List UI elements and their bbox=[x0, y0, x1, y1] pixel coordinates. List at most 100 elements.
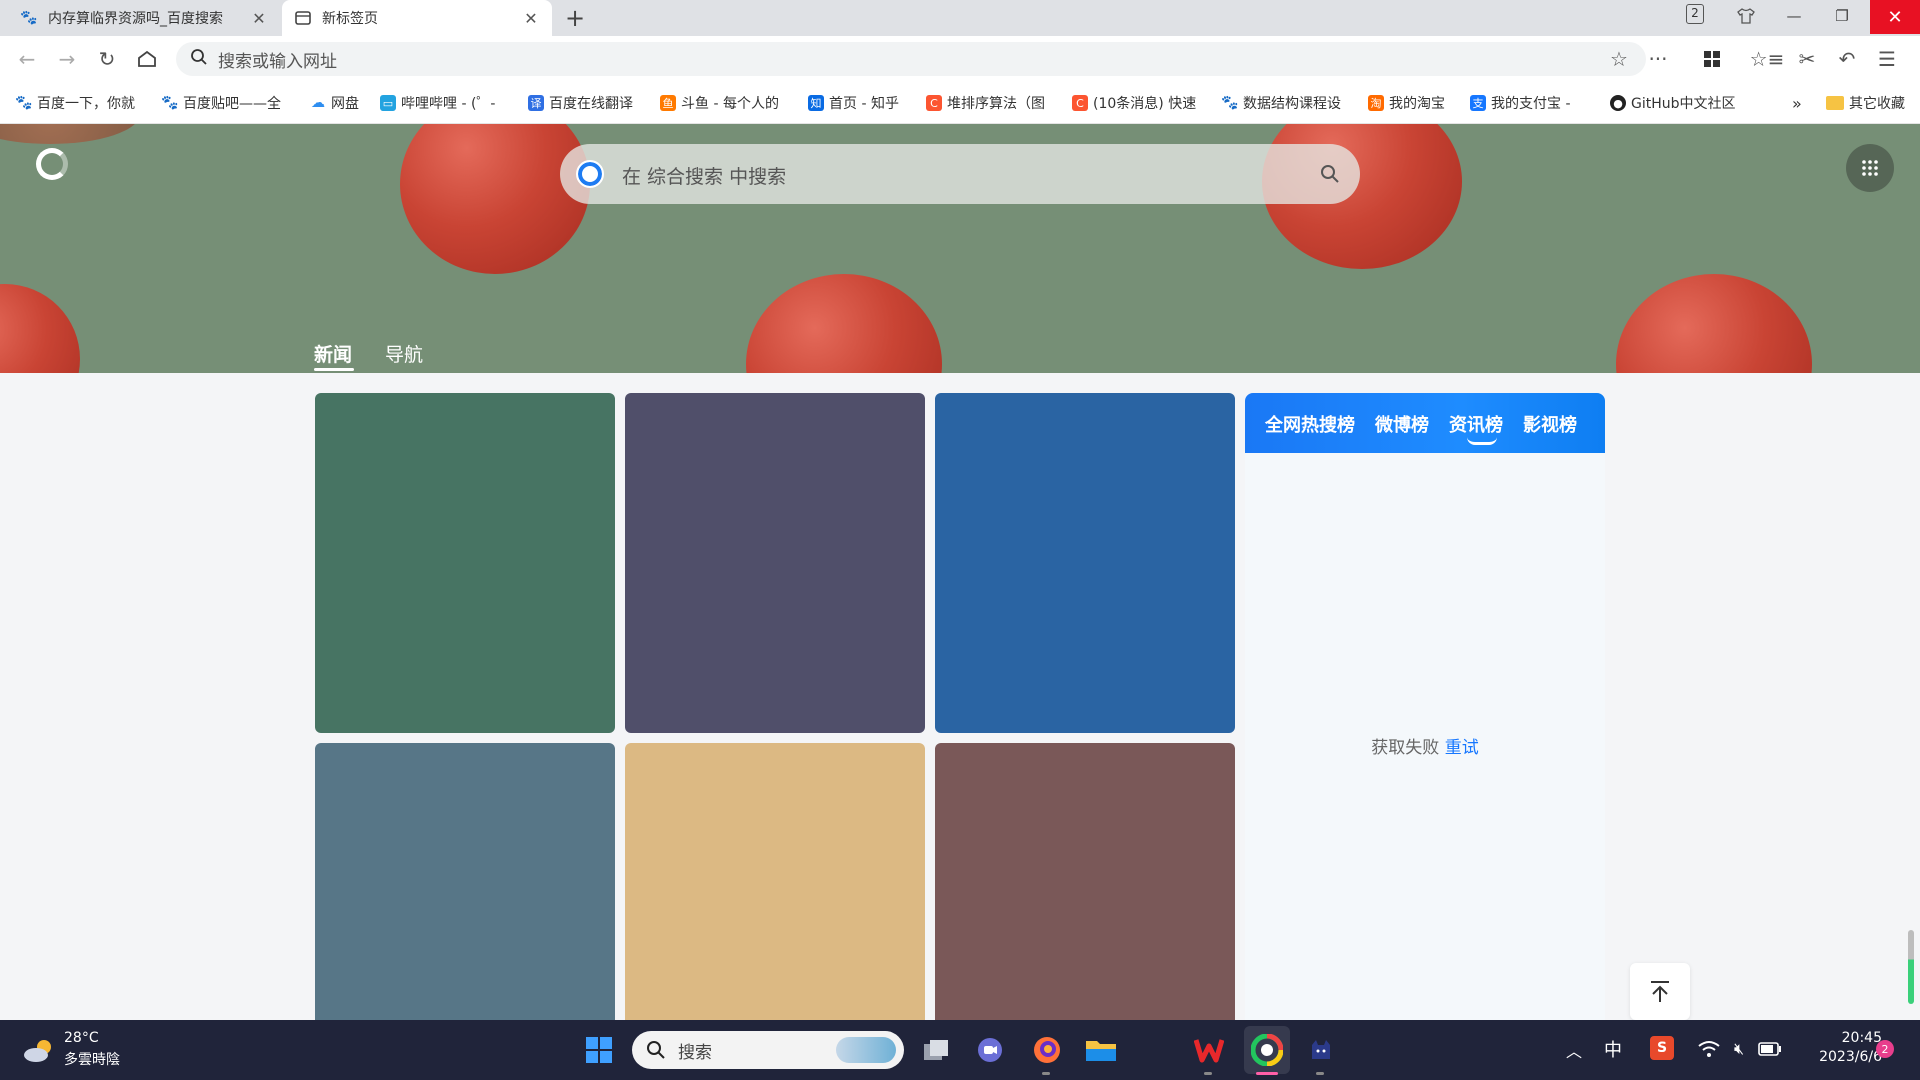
menu-icon[interactable]: ☰ bbox=[1870, 42, 1904, 76]
cat-app-icon[interactable] bbox=[1304, 1033, 1338, 1067]
restore-icon[interactable]: ❐ bbox=[1818, 0, 1866, 32]
bookmark-item[interactable]: ▭ 哔哩哔哩 - (゜- bbox=[380, 92, 514, 114]
csdn-icon: C bbox=[926, 95, 942, 111]
search-icon[interactable] bbox=[1320, 164, 1340, 188]
toolbar: ← → ↻ 搜索或输入网址 ☆ ··· ☆≡ ✂ ↶ ☰ bbox=[0, 36, 1920, 82]
bookmark-label: 首页 - 知乎 bbox=[829, 96, 899, 112]
browser-logo-icon[interactable] bbox=[36, 148, 68, 180]
tab-strip: 🐾 内存算临界资源吗_百度搜索 ✕ 新标签页 ✕ + 2 — ❐ ✕ bbox=[0, 0, 1920, 36]
news-card[interactable] bbox=[935, 743, 1235, 1020]
scrollbar-indicator[interactable] bbox=[1908, 930, 1914, 1004]
retry-link[interactable]: 重试 bbox=[1445, 738, 1479, 758]
tab-news-list[interactable]: 资讯榜 bbox=[1449, 411, 1503, 437]
star-bookmark-icon[interactable]: ☆ bbox=[1602, 42, 1636, 76]
close-window-icon[interactable]: ✕ bbox=[1870, 0, 1920, 34]
ime-indicator[interactable]: 中 bbox=[1604, 1036, 1622, 1062]
file-explorer-folder-icon[interactable] bbox=[1084, 1034, 1118, 1066]
weather-desc: 多雲時陰 bbox=[64, 1052, 120, 1068]
baidu-paw-icon: 🐾 bbox=[1222, 95, 1239, 111]
bookmark-item[interactable]: 译 百度在线翻译 bbox=[528, 92, 653, 114]
scissors-icon[interactable]: ✂ bbox=[1790, 42, 1824, 76]
reload-icon[interactable]: ↻ bbox=[90, 42, 124, 76]
bookmark-item[interactable]: 鱼 斗鱼 - 每个人的 bbox=[660, 92, 794, 114]
taobao-icon: 淘 bbox=[1368, 95, 1384, 111]
bookmark-item[interactable]: 支 我的支付宝 - bbox=[1470, 92, 1588, 114]
taskbar-search-placeholder: 搜索 bbox=[678, 1042, 712, 1063]
tab-weibo[interactable]: 微博榜 bbox=[1375, 411, 1429, 437]
bookmark-item[interactable]: 🐾 百度贴吧——全 bbox=[162, 92, 292, 114]
other-bookmarks-folder[interactable]: 其它收藏 bbox=[1826, 92, 1920, 114]
tab-all-hot[interactable]: 全网热搜榜 bbox=[1265, 411, 1355, 437]
running-indicator bbox=[1316, 1072, 1324, 1075]
more-dots-icon[interactable]: ··· bbox=[1641, 42, 1675, 76]
tab-label: 新标签页 bbox=[322, 11, 378, 27]
teams-chat-icon[interactable] bbox=[974, 1034, 1006, 1066]
back-to-top-button[interactable] bbox=[1630, 963, 1690, 1020]
wifi-icon[interactable] bbox=[1696, 1036, 1722, 1062]
tab-baidu-search[interactable]: 🐾 内存算临界资源吗_百度搜索 ✕ bbox=[8, 0, 280, 36]
firefox-icon[interactable] bbox=[1030, 1033, 1064, 1067]
battery-icon[interactable] bbox=[1756, 1036, 1784, 1062]
sogou-ime-icon[interactable]: S bbox=[1650, 1036, 1674, 1060]
bookmark-label: 其它收藏 bbox=[1849, 96, 1905, 112]
search-engine-icon[interactable] bbox=[576, 160, 604, 188]
bookmark-item[interactable]: C 堆排序算法（图 bbox=[926, 92, 1056, 114]
close-tab-icon[interactable]: ✕ bbox=[250, 9, 268, 28]
weather-temp: 28°C bbox=[64, 1030, 99, 1046]
back-arrow-icon[interactable]: ← bbox=[10, 42, 44, 76]
task-view-icon[interactable] bbox=[920, 1034, 952, 1066]
hero-search-box[interactable]: 在 综合搜索 中搜索 bbox=[560, 144, 1360, 204]
home-icon[interactable] bbox=[130, 42, 164, 76]
tomato-decoration bbox=[1616, 274, 1812, 373]
tab-news[interactable]: 新闻 bbox=[314, 340, 352, 367]
search-highlight-image bbox=[836, 1037, 896, 1063]
bookmarks-overflow-chevron-icon[interactable]: » bbox=[1792, 92, 1808, 114]
tomato-decoration bbox=[746, 274, 942, 373]
wps-office-icon[interactable] bbox=[1192, 1033, 1226, 1067]
error-text: 获取失败 bbox=[1371, 738, 1440, 758]
arrow-up-icon bbox=[1651, 980, 1669, 1002]
undo-icon[interactable]: ↶ bbox=[1830, 42, 1864, 76]
translate-icon: 译 bbox=[528, 95, 544, 111]
search-icon bbox=[190, 48, 208, 71]
news-card[interactable] bbox=[625, 743, 925, 1020]
load-error-message: 获取失败 重试 bbox=[1245, 733, 1605, 758]
news-card[interactable] bbox=[625, 393, 925, 733]
notification-badge[interactable]: 2 bbox=[1876, 1040, 1894, 1058]
bookmark-item[interactable]: 知 首页 - 知乎 bbox=[808, 92, 918, 114]
news-card[interactable] bbox=[315, 393, 615, 733]
apps-grid-icon[interactable] bbox=[1695, 42, 1729, 76]
bookmark-item[interactable]: C (10条消息) 快速 bbox=[1072, 92, 1205, 114]
tab-new-tab[interactable]: 新标签页 ✕ bbox=[282, 0, 552, 36]
folder-icon bbox=[1826, 96, 1844, 110]
tab-counter-badge[interactable]: 2 bbox=[1686, 4, 1704, 24]
apps-grid-icon[interactable] bbox=[1846, 144, 1894, 192]
tomato-decoration bbox=[0, 124, 140, 144]
tray-chevron-up-icon[interactable]: ︿ bbox=[1562, 1038, 1586, 1062]
weather-cloud-icon[interactable] bbox=[22, 1034, 56, 1068]
tab-movies[interactable]: 影视榜 bbox=[1523, 411, 1577, 437]
bookmark-label: 数据结构课程设 bbox=[1243, 96, 1341, 112]
new-tab-plus-icon[interactable]: + bbox=[560, 4, 590, 32]
clock-time[interactable]: 20:45 bbox=[1810, 1030, 1882, 1046]
minimize-icon[interactable]: — bbox=[1770, 0, 1818, 32]
clock-date[interactable]: 2023/6/6 bbox=[1796, 1049, 1882, 1065]
news-card[interactable] bbox=[315, 743, 615, 1020]
skin-shirt-icon[interactable] bbox=[1722, 0, 1770, 32]
news-card[interactable] bbox=[935, 393, 1235, 733]
close-tab-icon[interactable]: ✕ bbox=[522, 9, 540, 28]
favorites-list-icon[interactable]: ☆≡ bbox=[1750, 42, 1785, 76]
forward-arrow-icon[interactable]: → bbox=[50, 42, 84, 76]
taskbar-search-box[interactable]: 搜索 bbox=[632, 1031, 904, 1069]
bookmark-item[interactable]: ● GitHub中文社区 bbox=[1610, 92, 1746, 114]
bookmark-item[interactable]: 🐾 数据结构课程设 bbox=[1222, 92, 1352, 114]
address-bar[interactable]: 搜索或输入网址 bbox=[176, 42, 1646, 76]
bookmark-item[interactable]: 淘 我的淘宝 bbox=[1368, 92, 1458, 114]
speaker-muted-icon[interactable]: 🔇︎ bbox=[1726, 1036, 1752, 1062]
tab-navigation[interactable]: 导航 bbox=[385, 340, 423, 367]
bookmark-item[interactable]: ☁ 网盘 bbox=[310, 92, 370, 114]
github-icon: ● bbox=[1610, 95, 1626, 111]
bookmark-item[interactable]: 🐾 百度一下，你就 bbox=[16, 92, 144, 114]
windows-start-icon[interactable] bbox=[584, 1035, 614, 1065]
360-browser-icon[interactable] bbox=[1250, 1033, 1284, 1067]
